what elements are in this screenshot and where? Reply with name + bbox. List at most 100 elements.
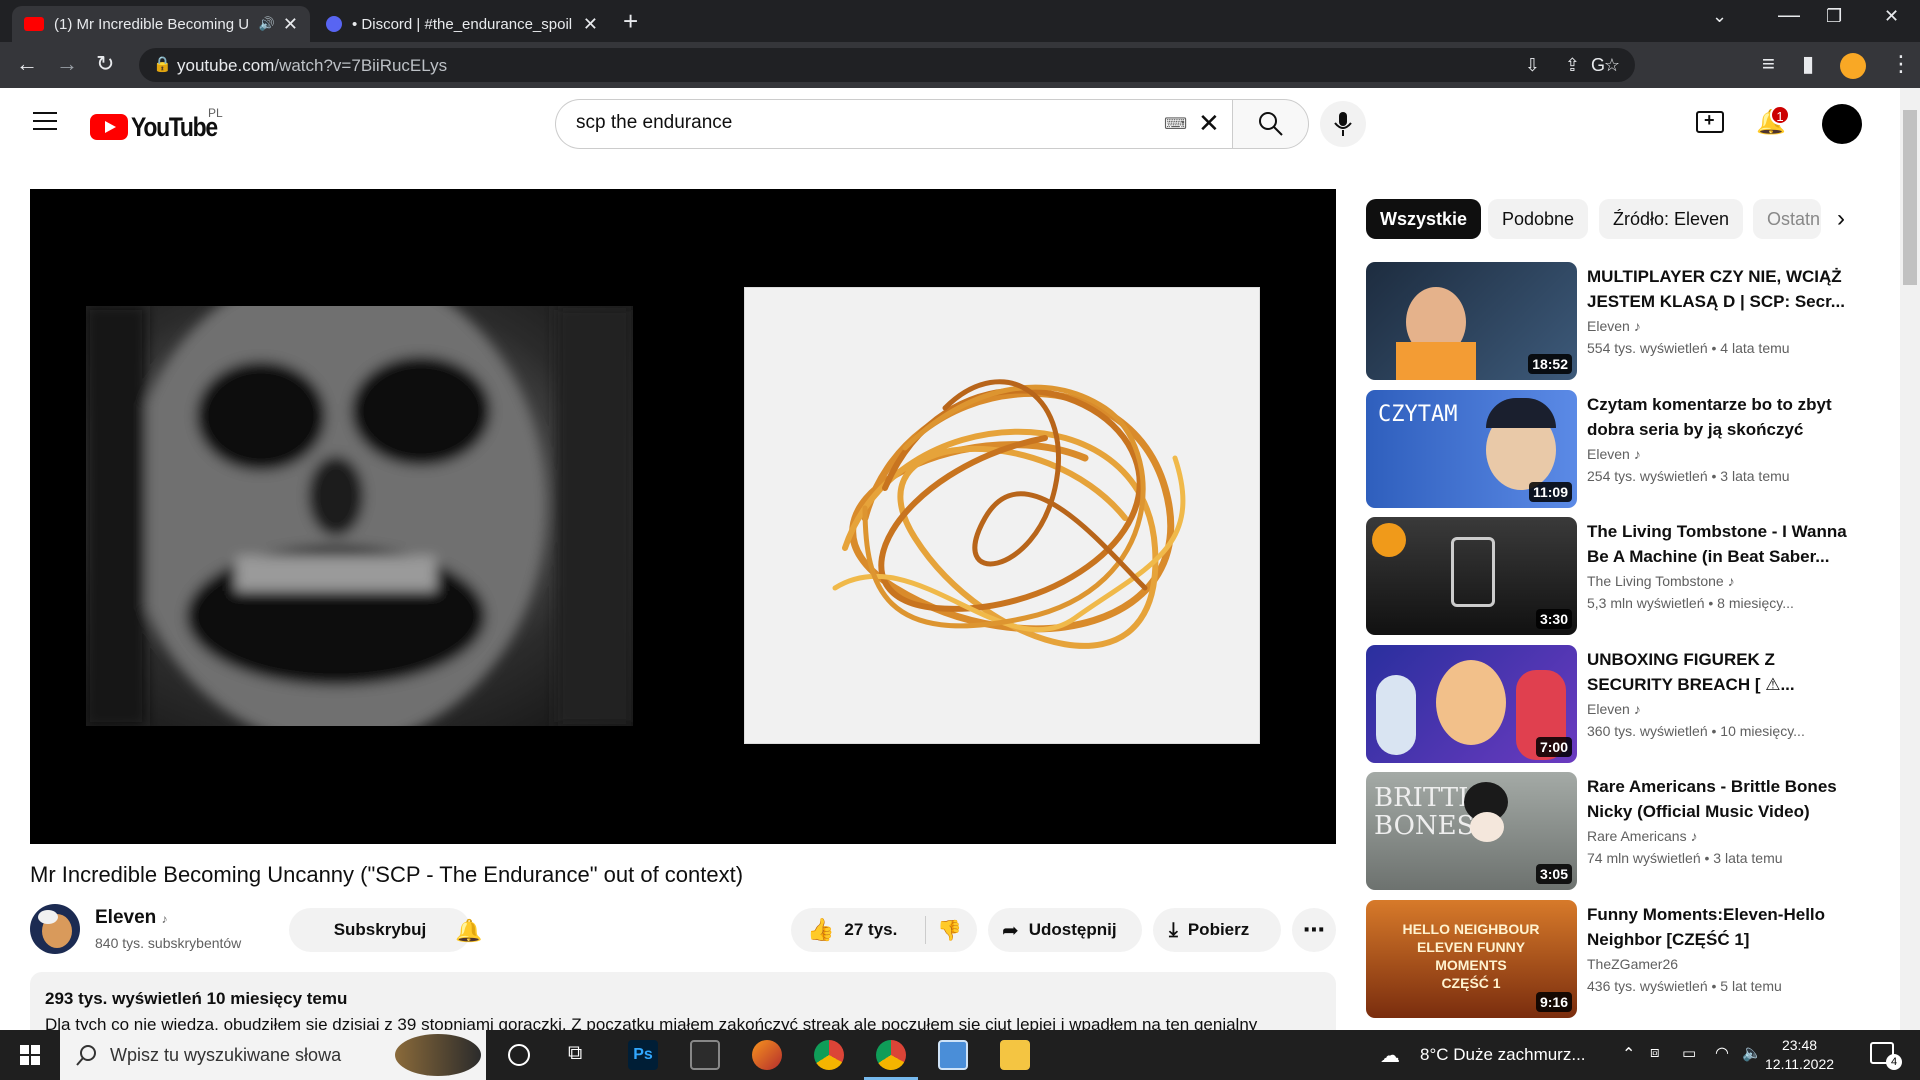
tab-discord[interactable]: • Discord | #the_endurance_spoil ✕ (314, 6, 610, 42)
create-video-icon[interactable]: + (1696, 110, 1724, 133)
lock-icon[interactable]: 🔒 (153, 55, 172, 73)
video-thumbnail[interactable]: BRITTLE BONES 3:05 (1366, 772, 1577, 890)
youtube-logo-icon[interactable] (90, 114, 128, 140)
channel-name[interactable]: Eleven ♪ (95, 907, 168, 929)
download-button[interactable]: ⤓ Pobierz (1153, 908, 1281, 952)
video-title[interactable]: Czytam komentarze bo to zbyt dobra seria… (1587, 392, 1857, 442)
share-icon[interactable]: ⇪ (1565, 55, 1580, 76)
channel-name[interactable]: Eleven (1587, 318, 1630, 334)
tray-chevron-icon[interactable]: ⌃ (1622, 1044, 1635, 1064)
dislike-icon[interactable]: 👎 (937, 918, 962, 943)
scrollbar-thumb[interactable] (1903, 110, 1917, 285)
account-avatar[interactable] (1822, 104, 1862, 144)
like-count[interactable]: 27 tys. (844, 920, 897, 940)
reload-button[interactable]: ↻ (96, 52, 114, 76)
share-button[interactable]: ➦ Udostępnij (988, 908, 1142, 952)
more-actions-button[interactable]: ⋯ (1292, 908, 1336, 952)
channel-name[interactable]: TheZGamer26 (1587, 956, 1678, 972)
video-duration: 3:30 (1535, 609, 1572, 629)
channel-avatar[interactable] (30, 904, 80, 954)
speaker-icon[interactable]: 🔊 (259, 16, 275, 32)
wifi-icon[interactable]: ◠ (1715, 1043, 1729, 1063)
recommendation-item[interactable]: HELLO NEIGHBOUR ELEVEN FUNNY MOMENTS CZĘŚĆ… (1366, 900, 1866, 1018)
video-duration: 9:16 (1535, 992, 1572, 1012)
recommendation-item[interactable]: CZYTAM 11:09 Czytam komentarze bo to zby… (1366, 390, 1866, 508)
chrome-icon[interactable] (814, 1040, 844, 1070)
cortana-icon[interactable] (508, 1044, 530, 1066)
file-explorer-icon[interactable] (1000, 1040, 1030, 1070)
chrome-menu-icon[interactable]: ⋮ (1890, 52, 1912, 76)
video-thumbnail[interactable]: CZYTAM 11:09 (1366, 390, 1577, 508)
video-title[interactable]: Funny Moments:Eleven-Hello Neighbor [CZĘ… (1587, 902, 1857, 952)
side-panel-icon[interactable]: ▮ (1802, 52, 1814, 76)
battery-icon[interactable]: ▭ (1682, 1044, 1696, 1062)
media-control-icon[interactable]: ≡ (1762, 52, 1775, 76)
tab-youtube[interactable]: (1) Mr Incredible Becoming U 🔊 ✕ (12, 6, 310, 42)
notification-bell-icon[interactable]: 🔔 (455, 918, 482, 944)
video-title[interactable]: UNBOXING FIGUREK Z SECURITY BREACH [ ⚠..… (1587, 647, 1857, 697)
video-title[interactable]: The Living Tombstone - I Wanna Be A Mach… (1587, 519, 1857, 569)
tab-search-chevron-icon[interactable]: ⌄ (1712, 6, 1727, 27)
chrome-active-icon[interactable] (876, 1040, 906, 1070)
chip-related[interactable]: Podobne (1488, 199, 1589, 239)
description-box[interactable]: 293 tys. wyświetleń 10 miesięcy temu Dla… (30, 972, 1336, 1032)
hamburger-menu-icon[interactable] (33, 112, 57, 130)
channel-name[interactable]: Eleven (1587, 446, 1630, 462)
video-thumbnail[interactable]: HELLO NEIGHBOUR ELEVEN FUNNY MOMENTS CZĘŚĆ… (1366, 900, 1577, 1018)
like-icon[interactable]: 👍 (807, 917, 834, 943)
tray-app-icon[interactable]: ⧈ (1650, 1044, 1660, 1061)
recommendation-item[interactable]: 3:30 The Living Tombstone - I Wanna Be A… (1366, 517, 1866, 635)
paint-icon[interactable] (938, 1040, 968, 1070)
minimize-button[interactable]: — (1778, 4, 1800, 26)
forward-button[interactable]: → (56, 52, 78, 76)
volume-icon[interactable]: 🔈 (1742, 1043, 1762, 1063)
task-view-icon[interactable]: ⧉ (568, 1042, 582, 1065)
channel-name[interactable]: The Living Tombstone (1587, 573, 1724, 589)
windows-start-icon[interactable] (20, 1045, 40, 1065)
weather-cloud-icon[interactable]: ☁ (1380, 1043, 1400, 1068)
search-box[interactable]: ⌨ ✕ (555, 99, 1233, 149)
fl-studio-icon[interactable] (752, 1040, 782, 1070)
chip-all[interactable]: Wszystkie (1366, 199, 1482, 239)
channel-name[interactable]: Rare Americans (1587, 828, 1687, 844)
close-tab-icon[interactable]: ✕ (583, 14, 598, 35)
bookmark-star-icon[interactable]: ☆ (1604, 55, 1620, 76)
notification-center-badge: 4 (1886, 1054, 1902, 1070)
close-tab-icon[interactable]: ✕ (283, 14, 298, 35)
youtube-logo-text[interactable]: YouTube (131, 112, 218, 143)
video-thumbnail[interactable]: 7:00 (1366, 645, 1577, 763)
close-window-button[interactable]: ✕ (1884, 6, 1899, 27)
recommendation-item[interactable]: BRITTLE BONES 3:05 Rare Americans - Britt… (1366, 772, 1866, 890)
recommendation-item[interactable]: 7:00 UNBOXING FIGUREK Z SECURITY BREACH … (1366, 645, 1866, 763)
restore-button[interactable]: ❐ (1826, 6, 1842, 27)
subscribe-button[interactable]: Subskrybuj (289, 908, 471, 952)
install-app-icon[interactable]: ⇩ (1525, 55, 1540, 76)
back-button[interactable]: ← (16, 52, 38, 76)
keyboard-icon[interactable]: ⌨ (1164, 114, 1187, 134)
photoshop-icon[interactable]: Ps (628, 1040, 658, 1070)
channel-name-text[interactable]: Eleven (95, 907, 156, 928)
taskbar-search[interactable]: Wpisz tu wyszukiwane słowa (60, 1030, 486, 1080)
page-scrollbar[interactable] (1900, 88, 1920, 1030)
voice-search-button[interactable] (1320, 101, 1366, 147)
weather-text[interactable]: 8°C Duże zachmurz... (1420, 1045, 1586, 1065)
video-frame-spaghetti-image (744, 287, 1260, 744)
address-bar[interactable]: 🔒 youtube.com/watch?v=7BiiRucELys G ⇩ ⇪ … (139, 48, 1635, 82)
taskbar-clock[interactable]: 23:48 12.11.2022 (1765, 1036, 1834, 1074)
video-thumbnail[interactable]: 18:52 (1366, 262, 1577, 380)
video-title[interactable]: Rare Americans - Brittle Bones Nicky (Of… (1587, 774, 1857, 824)
chip-from-channel[interactable]: Źródło: Eleven (1599, 199, 1744, 239)
profile-avatar[interactable] (1840, 53, 1866, 79)
recommendation-item[interactable]: 18:52 MULTIPLAYER CZY NIE, WCIĄŻ JESTEM … (1366, 262, 1866, 380)
new-tab-button[interactable]: + (623, 6, 638, 36)
chip-recent[interactable]: Ostatnio (1753, 199, 1821, 239)
chips-next-chevron-icon[interactable]: › (1821, 199, 1861, 239)
clear-search-icon[interactable]: ✕ (1198, 108, 1220, 139)
search-input[interactable] (576, 112, 1096, 134)
search-button[interactable] (1232, 99, 1309, 149)
channel-name[interactable]: Eleven (1587, 701, 1630, 717)
davinci-resolve-icon[interactable] (690, 1040, 720, 1070)
video-thumbnail[interactable]: 3:30 (1366, 517, 1577, 635)
video-player[interactable] (30, 189, 1336, 844)
video-title[interactable]: MULTIPLAYER CZY NIE, WCIĄŻ JESTEM KLASĄ … (1587, 264, 1857, 314)
